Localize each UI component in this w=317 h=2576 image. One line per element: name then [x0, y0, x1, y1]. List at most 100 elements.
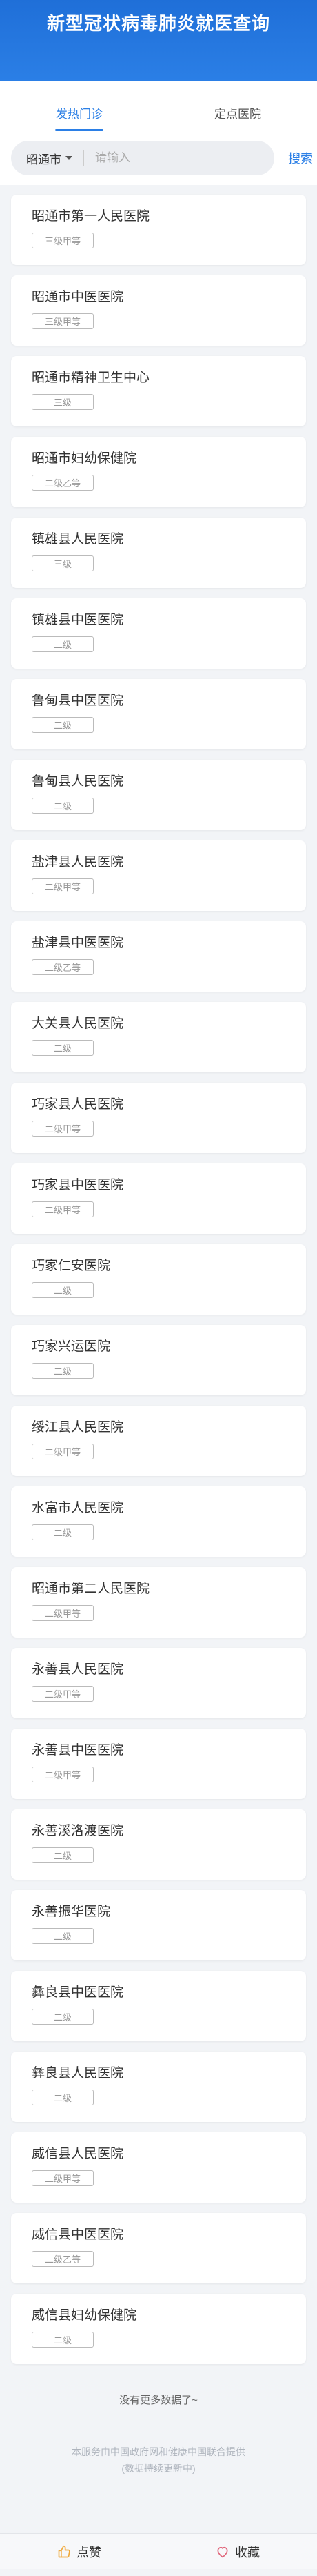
hospital-card[interactable]: 昭通市妇幼保健院 二级乙等 — [11, 437, 306, 507]
disclaimer-line: (数据持续更新中) — [121, 2463, 196, 2474]
hospital-name: 昭通市精神卫生中心 — [32, 371, 150, 385]
hospital-level-badge: 二级 — [32, 1282, 94, 1298]
hospital-level-badge: 三级 — [32, 394, 94, 410]
hospital-level-badge: 三级甲等 — [32, 313, 94, 329]
hospital-name: 威信县中医医院 — [32, 2228, 124, 2242]
hospital-name: 巧家仁安医院 — [32, 1259, 111, 1273]
hospital-level-badge: 二级 — [32, 2009, 94, 2025]
hospital-card[interactable]: 巧家县人民医院 二级甲等 — [11, 1083, 306, 1153]
hospital-name: 巧家兴运医院 — [32, 1339, 111, 1354]
hospital-name: 绥江县人民医院 — [32, 1420, 124, 1435]
hospital-name: 彝良县人民医院 — [32, 2066, 124, 2081]
page-title: 新型冠状病毒肺炎就医查询 — [46, 14, 270, 35]
like-button[interactable]: 点赞 — [0, 2543, 158, 2561]
hospital-card[interactable]: 昭通市第二人民医院 二级甲等 — [11, 1567, 306, 1638]
hospital-level-badge: 二级甲等 — [32, 1767, 94, 1782]
hospital-card[interactable]: 盐津县中医医院 二级乙等 — [11, 921, 306, 992]
hospital-card[interactable]: 镇雄县中医医院 二级 — [11, 598, 306, 669]
hospital-card[interactable]: 绥江县人民医院 二级甲等 — [11, 1406, 306, 1476]
hospital-level-badge: 二级甲等 — [32, 878, 94, 894]
hospital-name: 大关县人民医院 — [32, 1016, 124, 1031]
search-input[interactable] — [95, 151, 254, 165]
hospital-level-badge: 三级 — [32, 555, 94, 571]
hospital-name: 镇雄县人民医院 — [32, 532, 124, 547]
hospital-card[interactable]: 盐津县人民医院 二级甲等 — [11, 840, 306, 911]
divider — [83, 150, 84, 166]
page-header: 新型冠状病毒肺炎就医查询 — [0, 0, 317, 81]
disclaimer-line: 本服务由中国政府网和健康中国联合提供 — [72, 2446, 245, 2457]
hospital-name: 永善县中医医院 — [32, 1743, 124, 1758]
hospital-name: 镇雄县中医医院 — [32, 613, 124, 627]
hospital-level-badge: 二级甲等 — [32, 1121, 94, 1137]
hospital-name: 鲁甸县中医医院 — [32, 694, 124, 708]
hospital-level-badge: 二级 — [32, 1040, 94, 1056]
tab-designated-hospital[interactable]: 定点医院 — [158, 104, 317, 131]
caret-down-icon — [65, 156, 72, 160]
disclaimer: 本服务由中国政府网和健康中国联合提供 (数据持续更新中) — [0, 2444, 317, 2533]
hospital-name: 水富市人民医院 — [32, 1501, 124, 1515]
hospital-card[interactable]: 永善县人民医院 二级甲等 — [11, 1648, 306, 1718]
hospital-card[interactable]: 永善县中医医院 二级甲等 — [11, 1729, 306, 1799]
hospital-name: 鲁甸县人民医院 — [32, 774, 124, 789]
hospital-card[interactable]: 昭通市精神卫生中心 三级 — [11, 356, 306, 426]
hospital-level-badge: 二级甲等 — [32, 1686, 94, 1702]
hospital-name: 昭通市第二人民医院 — [32, 1582, 150, 1596]
hospital-level-badge: 二级 — [32, 636, 94, 652]
hospital-level-badge: 二级 — [32, 1363, 94, 1379]
hospital-card[interactable]: 鲁甸县人民医院 二级 — [11, 760, 306, 830]
hospital-level-badge: 二级乙等 — [32, 2251, 94, 2267]
search-box: 昭通市 — [11, 141, 274, 175]
hospital-card[interactable]: 镇雄县人民医院 三级 — [11, 518, 306, 588]
search-button[interactable]: 搜索 — [288, 149, 313, 167]
favorite-button[interactable]: 收藏 — [158, 2543, 317, 2561]
hospital-card[interactable]: 永善振华医院 二级 — [11, 1890, 306, 1960]
hospital-name: 永善振华医院 — [32, 1905, 111, 1919]
hospital-name: 巧家县中医医院 — [32, 1178, 124, 1192]
hospital-card[interactable]: 巧家县中医医院 二级甲等 — [11, 1163, 306, 1234]
hospital-name: 盐津县中医医院 — [32, 936, 124, 950]
city-select[interactable]: 昭通市 — [26, 150, 72, 167]
hospital-level-badge: 二级甲等 — [32, 1605, 94, 1621]
hospital-level-badge: 二级 — [32, 1928, 94, 1944]
tab-fever-clinic[interactable]: 发热门诊 — [0, 104, 158, 131]
hospital-card[interactable]: 大关县人民医院 二级 — [11, 1002, 306, 1072]
hospital-name: 永善县人民医院 — [32, 1662, 124, 1677]
hospital-level-badge: 二级 — [32, 717, 94, 733]
hospital-card[interactable]: 巧家兴运医院 二级 — [11, 1325, 306, 1395]
hospital-card[interactable]: 昭通市中医医院 三级甲等 — [11, 275, 306, 346]
hospital-level-badge: 二级 — [32, 2090, 94, 2105]
hospital-level-badge: 二级 — [32, 1847, 94, 1863]
hospital-level-badge: 三级甲等 — [32, 233, 94, 248]
hospital-level-badge: 二级 — [32, 1524, 94, 1540]
favorite-label: 收藏 — [235, 2545, 260, 2559]
heart-icon — [217, 2546, 228, 2557]
hospital-level-badge: 二级乙等 — [32, 475, 94, 491]
hospital-name: 威信县妇幼保健院 — [32, 2308, 137, 2323]
city-label: 昭通市 — [26, 153, 61, 166]
search-bar: 昭通市 搜索 — [0, 131, 317, 185]
hospital-name: 盐津县人民医院 — [32, 855, 124, 869]
hospital-card[interactable]: 威信县中医医院 二级乙等 — [11, 2213, 306, 2283]
hospital-level-badge: 二级乙等 — [32, 959, 94, 975]
hospital-card[interactable]: 鲁甸县中医医院 二级 — [11, 679, 306, 749]
thumbs-up-icon — [58, 2545, 70, 2557]
hospital-level-badge: 二级 — [32, 798, 94, 814]
hospital-level-badge: 二级甲等 — [32, 1201, 94, 1217]
footer-bar: 点赞 收藏 — [0, 2533, 317, 2569]
hospital-name: 昭通市第一人民医院 — [32, 209, 150, 224]
hospital-card[interactable]: 昭通市第一人民医院 三级甲等 — [11, 195, 306, 265]
hospital-name: 彝良县中医医院 — [32, 1985, 124, 2000]
hospital-card[interactable]: 彝良县人民医院 二级 — [11, 2052, 306, 2122]
hospital-card[interactable]: 永善溪洛渡医院 二级 — [11, 1809, 306, 1880]
hospital-card[interactable]: 威信县妇幼保健院 二级 — [11, 2294, 306, 2364]
hospital-card[interactable]: 水富市人民医院 二级 — [11, 1486, 306, 1557]
hospital-level-badge: 二级甲等 — [32, 2170, 94, 2186]
tab-bar: 发热门诊 定点医院 — [0, 81, 317, 131]
hospital-card[interactable]: 威信县人民医院 二级甲等 — [11, 2132, 306, 2203]
hospital-name: 昭通市中医医院 — [32, 290, 124, 304]
hospital-name: 昭通市妇幼保健院 — [32, 451, 137, 466]
hospital-card[interactable]: 巧家仁安医院 二级 — [11, 1244, 306, 1315]
hospital-card[interactable]: 彝良县中医医院 二级 — [11, 1971, 306, 2041]
hospital-level-badge: 二级 — [32, 2332, 94, 2348]
hospital-name: 威信县人民医院 — [32, 2147, 124, 2161]
